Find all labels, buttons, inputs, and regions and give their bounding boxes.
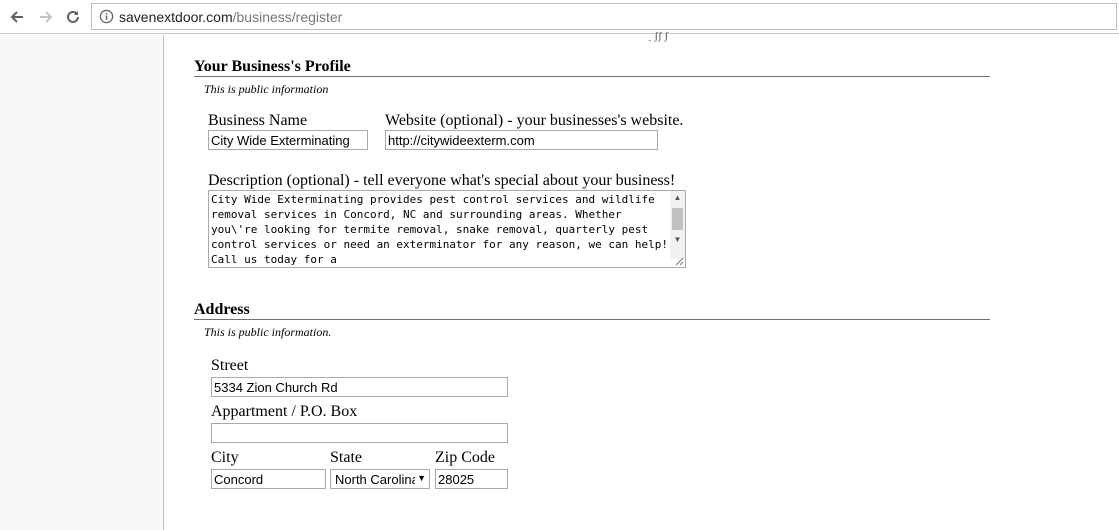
reload-button[interactable] bbox=[63, 7, 83, 27]
website-label: Website (optional) - your businesses's w… bbox=[385, 112, 684, 129]
profile-public-note: This is public information bbox=[204, 82, 329, 96]
url-path: /business/register bbox=[232, 9, 343, 25]
resize-handle-icon[interactable] bbox=[675, 257, 684, 266]
scroll-thumb[interactable] bbox=[672, 208, 683, 230]
forward-arrow-icon bbox=[40, 11, 53, 23]
back-arrow-icon bbox=[10, 11, 23, 23]
address-divider bbox=[194, 319, 990, 320]
apartment-label: Appartment / P.O. Box bbox=[211, 403, 358, 420]
reload-icon bbox=[67, 10, 79, 23]
description-label: Description (optional) - tell everyone w… bbox=[208, 172, 676, 189]
url-text[interactable]: savenextdoor.com/business/register bbox=[119, 9, 342, 25]
browser-toolbar: savenextdoor.com/business/register bbox=[0, 0, 1119, 34]
profile-divider bbox=[194, 76, 990, 77]
description-textarea[interactable]: City Wide Exterminating provides pest co… bbox=[208, 190, 686, 268]
zip-input[interactable]: 28025 bbox=[435, 469, 508, 489]
address-section-title: Address bbox=[194, 301, 250, 318]
address-public-note: This is public information. bbox=[204, 325, 332, 339]
dropdown-arrow-icon: ▼ bbox=[417, 473, 426, 483]
address-bar[interactable]: savenextdoor.com/business/register bbox=[91, 3, 1117, 30]
scroll-up-icon[interactable]: ▲ bbox=[670, 191, 685, 205]
scroll-down-icon[interactable]: ▼ bbox=[670, 233, 685, 247]
city-label: City bbox=[211, 449, 239, 466]
website-input[interactable]: http://citywideexterm.com bbox=[385, 130, 658, 150]
state-label: State bbox=[330, 449, 362, 466]
profile-section-title: Your Business's Profile bbox=[194, 58, 351, 75]
zip-label: Zip Code bbox=[435, 449, 495, 466]
page-left-gutter bbox=[0, 35, 164, 530]
url-host: savenextdoor.com bbox=[119, 9, 233, 25]
info-icon[interactable] bbox=[99, 9, 114, 24]
cropped-text-fragment: ˏ ʃʃ ʃ bbox=[648, 30, 669, 42]
street-input[interactable]: 5334 Zion Church Rd bbox=[211, 377, 508, 397]
forward-button[interactable] bbox=[36, 7, 56, 27]
back-button[interactable] bbox=[7, 7, 27, 27]
state-select[interactable]: North Carolina ▼ bbox=[330, 469, 430, 489]
description-scrollbar[interactable]: ▲ ▼ bbox=[670, 191, 685, 259]
business-name-input[interactable]: City Wide Exterminating bbox=[208, 130, 368, 150]
description-text: City Wide Exterminating provides pest co… bbox=[211, 193, 668, 266]
apartment-input[interactable] bbox=[211, 423, 508, 443]
city-input[interactable]: Concord bbox=[211, 469, 326, 489]
street-label: Street bbox=[211, 357, 249, 374]
business-name-label: Business Name bbox=[208, 112, 308, 129]
state-selected-value: North Carolina bbox=[335, 472, 415, 487]
